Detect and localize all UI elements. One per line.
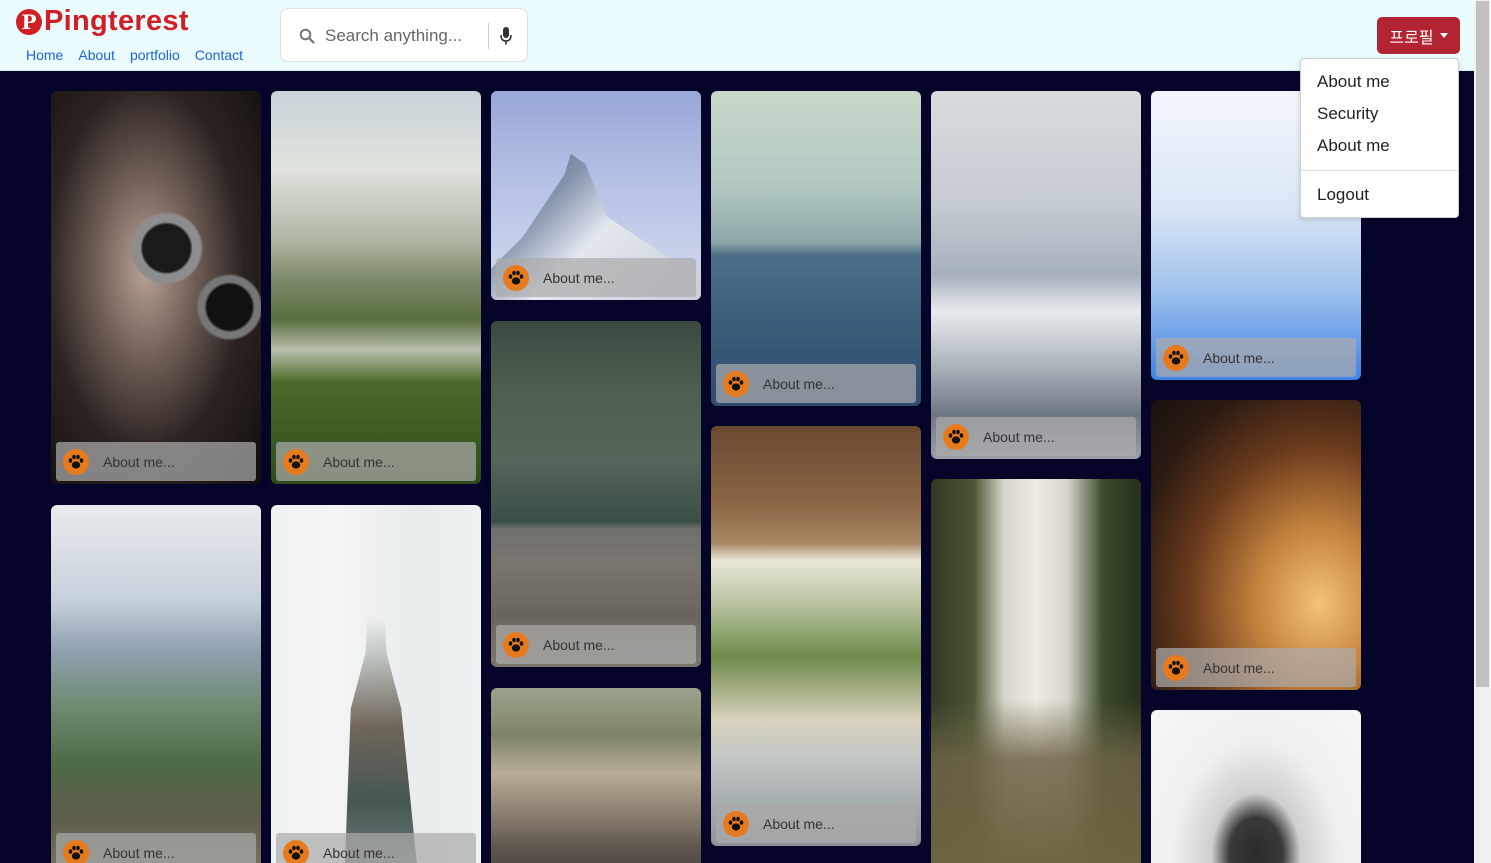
mountain-range-photo [51, 505, 261, 863]
profile-dropdown-menu: About me Security About me Logout [1300, 58, 1459, 218]
brand[interactable]: P Pingterest [16, 5, 189, 38]
aerial-forest-photo [491, 321, 701, 667]
card-caption: About me... [763, 815, 835, 832]
dropdown-item-about-me-2[interactable]: About me [1317, 136, 1390, 156]
card-caption-bar: About me... [716, 804, 916, 843]
card-caption-bar: About me... [1156, 338, 1356, 377]
paw-icon [1163, 654, 1189, 681]
card-caption: About me... [103, 844, 175, 861]
card-caption: About me... [1203, 659, 1275, 676]
card-caption: About me... [543, 636, 615, 653]
card-snowy-mountain[interactable]: About me... [931, 91, 1141, 459]
card-caption: About me... [323, 453, 395, 470]
card-tower-woman[interactable]: About me... [271, 505, 481, 863]
dropdown-item-logout[interactable]: Logout [1317, 185, 1369, 205]
paw-icon [723, 810, 749, 837]
card-woman-sunset[interactable]: About me... [1151, 400, 1361, 690]
card-caption: About me... [543, 269, 615, 286]
top-navbar: P Pingterest Home About portfolio Contac… [0, 0, 1491, 71]
card-caption-bar: About me... [716, 364, 916, 403]
card-caption-bar: About me... [936, 417, 1136, 456]
card-aerial-forest[interactable]: About me... [491, 321, 701, 667]
dropdown-item-security[interactable]: Security [1317, 104, 1378, 124]
paw-icon [943, 423, 969, 450]
card-caption: About me... [983, 428, 1055, 445]
card-caption: About me... [103, 453, 175, 470]
nav-links: Home About portfolio Contact [26, 47, 243, 63]
paw-icon [283, 839, 309, 863]
dropdown-item-about-me[interactable]: About me [1317, 72, 1390, 92]
snowy-mountain-photo [931, 91, 1141, 459]
card-caption-bar: About me... [1156, 648, 1356, 687]
camera-lens-detail [51, 91, 261, 484]
typewriter-photo [1151, 710, 1361, 863]
card-mountain-range[interactable]: About me... [51, 505, 261, 863]
card-car-mirror[interactable]: About me... [711, 426, 921, 846]
woman-sunset-photo [1151, 400, 1361, 690]
card-caption: About me... [763, 375, 835, 392]
card-city-street[interactable] [491, 688, 701, 863]
card-caption-bar: About me... [496, 258, 696, 297]
city-street-photo [491, 688, 701, 863]
card-caption-bar: About me... [56, 442, 256, 481]
profile-dropdown-button[interactable]: 프로필 [1377, 17, 1460, 54]
card-caption-bar: About me... [56, 833, 256, 863]
search-divider [488, 23, 489, 49]
search-box [280, 8, 528, 62]
nav-contact-link[interactable]: Contact [195, 47, 243, 63]
card-caption: About me... [1203, 349, 1275, 366]
card-girl-dress[interactable] [931, 479, 1141, 863]
paw-icon [723, 370, 749, 397]
pinterest-logo-icon: P [16, 8, 42, 35]
card-sea-ship[interactable]: About me... [711, 91, 921, 406]
search-icon [299, 28, 315, 44]
scrollbar-thumb[interactable] [1476, 1, 1489, 687]
microphone-icon[interactable] [499, 26, 513, 46]
paw-icon [283, 448, 309, 475]
dropdown-divider [1301, 170, 1458, 171]
paw-icon [63, 839, 89, 863]
card-caption-bar: About me... [496, 625, 696, 664]
river-forest-photo [271, 91, 481, 484]
card-mountain-peak[interactable]: About me... [491, 91, 701, 300]
card-caption: About me... [323, 844, 395, 861]
nav-portfolio-link[interactable]: portfolio [130, 47, 180, 63]
car-mirror-photo [711, 426, 921, 846]
card-river-forest[interactable]: About me... [271, 91, 481, 484]
search-input[interactable] [325, 23, 475, 49]
ground-grass [931, 479, 1141, 863]
card-caption-bar: About me... [276, 442, 476, 481]
card-typewriter[interactable] [1151, 710, 1361, 863]
profile-button-label: 프로필 [1389, 27, 1434, 47]
nav-home-link[interactable]: Home [26, 47, 63, 63]
caret-down-icon [1439, 33, 1448, 38]
sea-ship-photo [711, 91, 921, 406]
card-camera[interactable]: About me... [51, 91, 261, 484]
card-caption-bar: About me... [276, 833, 476, 863]
paw-icon [503, 264, 529, 291]
nav-about-link[interactable]: About [78, 47, 115, 63]
paw-icon [503, 631, 529, 658]
brand-name: Pingterest [44, 5, 189, 37]
paw-icon [63, 448, 89, 475]
paw-icon [1163, 344, 1189, 371]
